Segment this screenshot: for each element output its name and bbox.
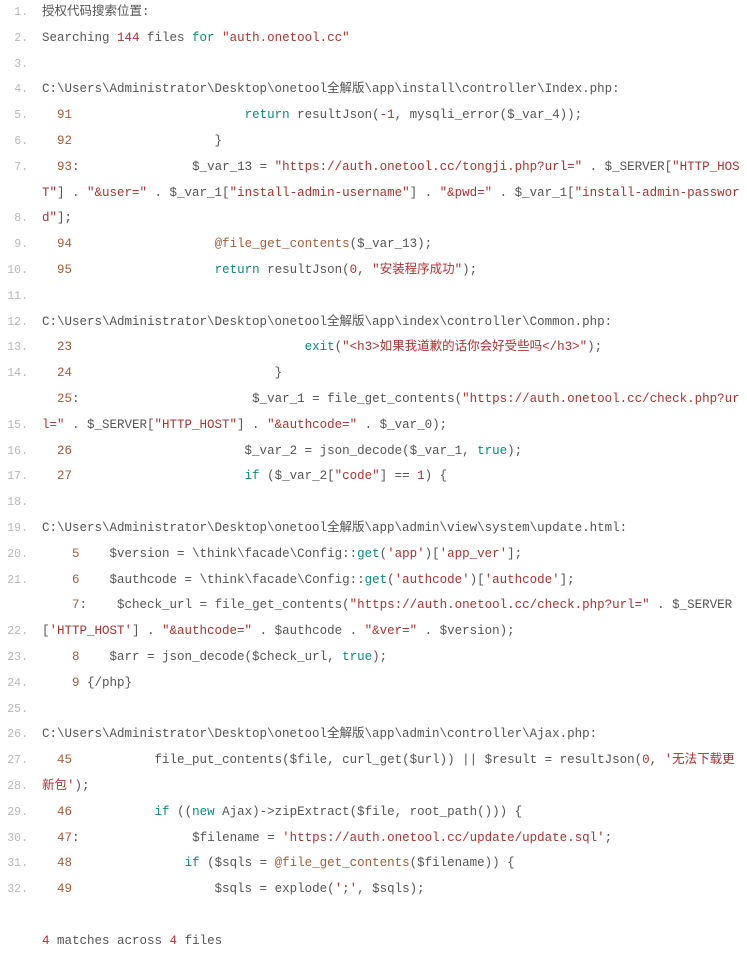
file-path: C:\Users\Administrator\Desktop\onetool全解…: [42, 77, 747, 103]
code-block: 1.2.3.4. 5.6.7.8. 9.10.11.12. 13.14.15.1…: [0, 0, 747, 954]
line-number-gutter: 1.2.3.4. 5.6.7.8. 9.10.11.12. 13.14.15.1…: [0, 0, 34, 954]
code-line: 23 exit("<h3>如果我道歉的话你会好受些吗</h3>");: [42, 335, 747, 361]
code-line: 27 if ($_var_2["code"] == 1) {: [42, 464, 747, 490]
code-line: 7: $check_url = file_get_contents("https…: [42, 593, 747, 645]
code-line: 95 return resultJson(0, "安装程序成功");: [42, 258, 747, 284]
file-path: C:\Users\Administrator\Desktop\onetool全解…: [42, 310, 747, 336]
code-line: 47: $filename = 'https://auth.onetool.cc…: [42, 826, 747, 852]
blank-line: [42, 490, 747, 516]
title-text: 授权代码搜索位置:: [42, 5, 150, 19]
code-line: 5 $version = \think\facade\Config::get('…: [42, 542, 747, 568]
code-line: 24 }: [42, 361, 747, 387]
blank-line: [42, 52, 747, 78]
search-summary: Searching 144 files for "auth.onetool.cc…: [42, 26, 747, 52]
blank-line: [42, 903, 747, 929]
code-content: 授权代码搜索位置: Searching 144 files for "auth.…: [34, 0, 747, 954]
file-path: C:\Users\Administrator\Desktop\onetool全解…: [42, 516, 747, 542]
code-line: 93: $_var_13 = "https://auth.onetool.cc/…: [42, 155, 747, 232]
title-line: 授权代码搜索位置:: [42, 0, 747, 26]
code-line: 26 $_var_2 = json_decode($_var_1, true);: [42, 439, 747, 465]
code-line: 48 if ($sqls = @file_get_contents($filen…: [42, 851, 747, 877]
search-term: "auth.onetool.cc": [222, 31, 350, 45]
code-line: 92 }: [42, 129, 747, 155]
code-line: 94 @file_get_contents($_var_13);: [42, 232, 747, 258]
blank-line: [42, 697, 747, 723]
code-line: 46 if ((new Ajax)->zipExtract($file, roo…: [42, 800, 747, 826]
blank-line: [42, 284, 747, 310]
code-line: 9 {/php}: [42, 671, 747, 697]
code-line: 91 return resultJson(-1, mysqli_error($_…: [42, 103, 747, 129]
code-line: 6 $authcode = \think\facade\Config::get(…: [42, 568, 747, 594]
code-line: 45 file_put_contents($file, curl_get($ur…: [42, 748, 747, 800]
file-path: C:\Users\Administrator\Desktop\onetool全解…: [42, 722, 747, 748]
code-line: 25: $_var_1 = file_get_contents("https:/…: [42, 387, 747, 439]
match-summary: 4 matches across 4 files: [42, 929, 747, 954]
code-line: 49 $sqls = explode(';', $sqls);: [42, 877, 747, 903]
file-count: 144: [117, 31, 140, 45]
code-line: 8 $arr = json_decode($check_url, true);: [42, 645, 747, 671]
